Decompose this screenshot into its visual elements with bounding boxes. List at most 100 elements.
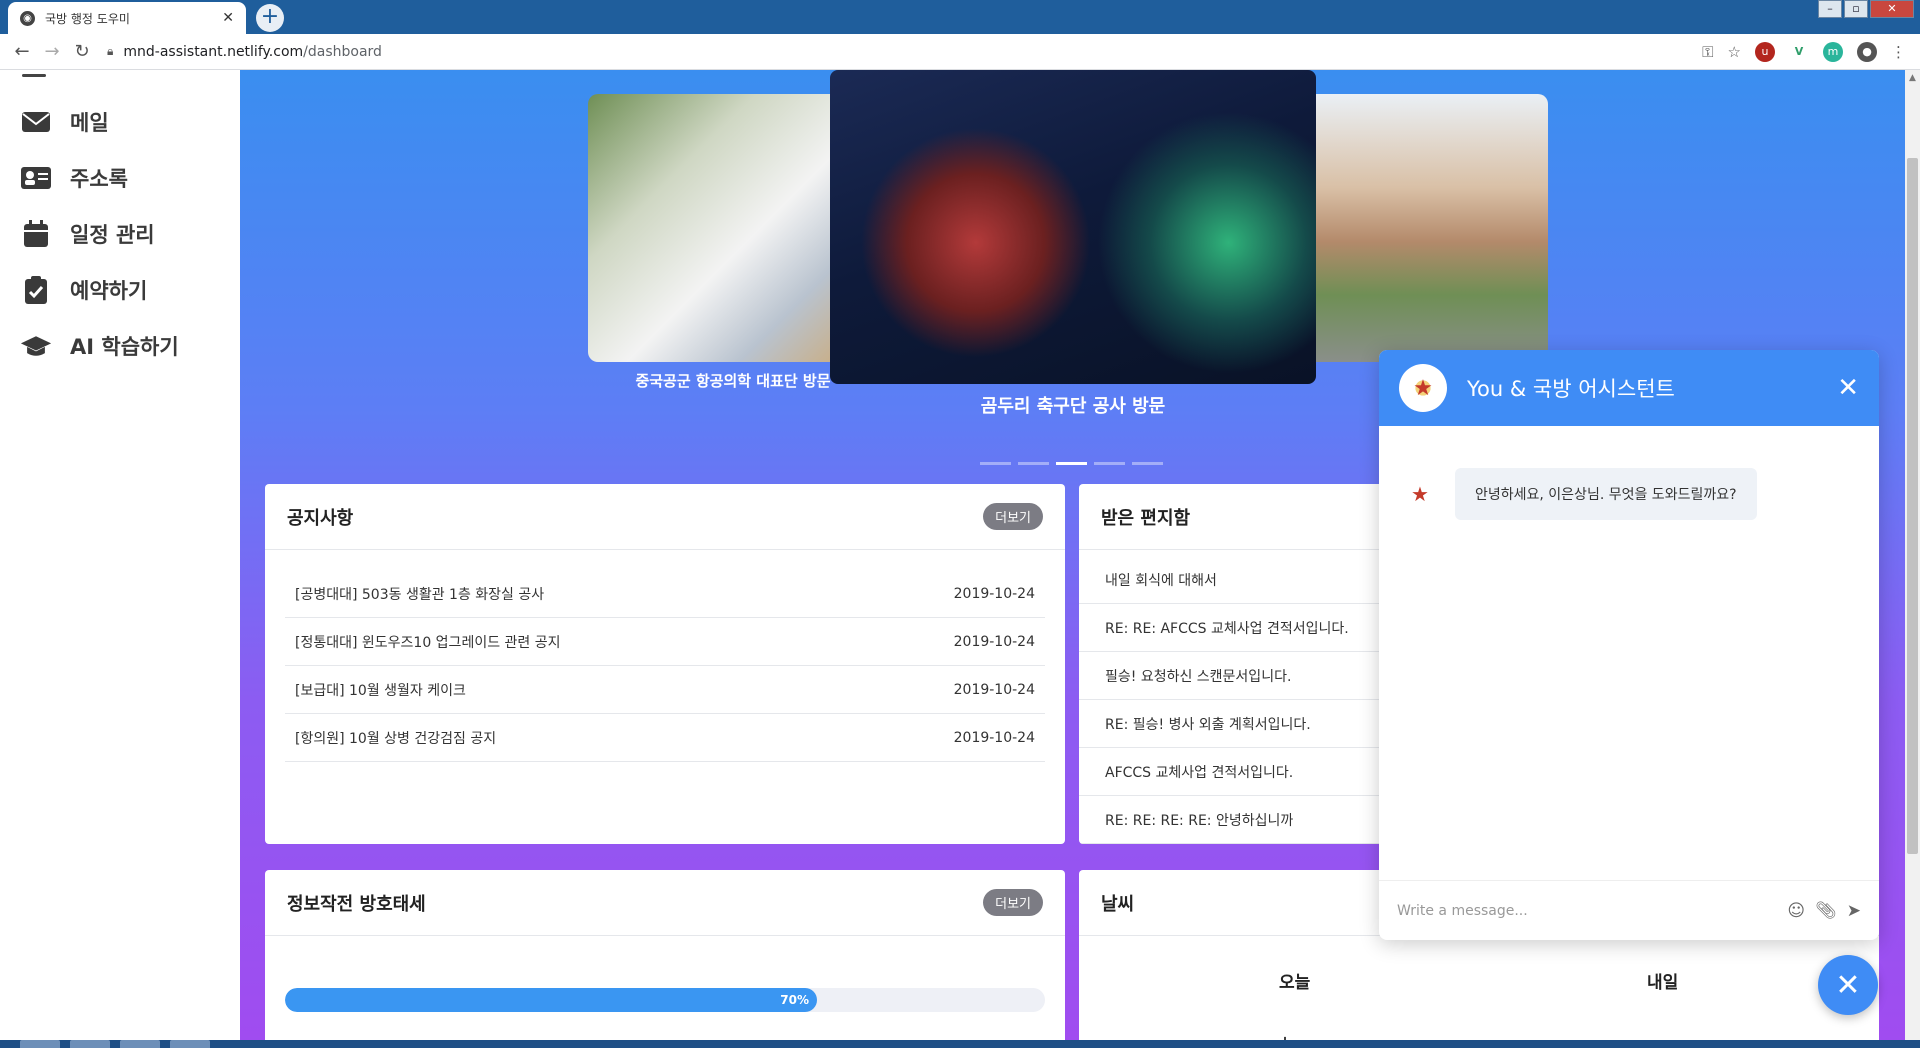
carousel-caption-center: 곰두리 축구단 공사 방문 (980, 396, 1166, 417)
tab-close-icon[interactable]: ✕ (222, 10, 234, 26)
chat-bubble: 안녕하세요, 이은상님. 무엇을 도와드릴까요? (1455, 468, 1757, 520)
weather-tomorrow-label: 내일 (1647, 973, 1679, 993)
graduation-cap-icon (20, 332, 52, 360)
mail-icon (20, 108, 52, 136)
carousel-dot-active[interactable] (1056, 462, 1087, 465)
carousel-slide-right[interactable] (1300, 94, 1548, 362)
chat-messages: ★ 안녕하세요, 이은상님. 무엇을 도와드릴까요? (1379, 426, 1879, 880)
inbox-title: 받은 편지함 (1101, 507, 1191, 529)
notice-card: 공지사항 더보기 [공병대대] 503동 생활관 1층 화장실 공사 2019-1… (265, 484, 1065, 844)
window-close-button[interactable]: ✕ (1870, 0, 1914, 18)
security-progress-fill: 70% (285, 988, 817, 1012)
os-taskbar (0, 1040, 1920, 1048)
sun-icon: ☀ (1267, 1030, 1303, 1040)
send-icon[interactable]: ➤ (1847, 901, 1861, 921)
notice-text: [보급대] 10월 생월자 케이크 (295, 682, 466, 699)
notice-text: [공병대대] 503동 생활관 1층 화장실 공사 (295, 586, 545, 603)
notice-title: 공지사항 (287, 507, 354, 529)
carousel-slide-center[interactable] (830, 70, 1316, 384)
list-item[interactable]: [보급대] 10월 생월자 케이크 2019-10-24 (285, 666, 1045, 714)
extensions-area: ⚿ ☆ u V m ● ⋮ (1702, 41, 1906, 62)
chat-message-input[interactable] (1397, 902, 1778, 919)
sidebar-item-reservation[interactable]: 예약하기 (20, 270, 147, 310)
list-item[interactable]: [공병대대] 503동 생활관 1층 화장실 공사 2019-10-24 (285, 570, 1045, 618)
carousel-dot[interactable] (1132, 462, 1163, 465)
notice-text: [항의원] 10월 상병 건강검짐 공지 (295, 730, 497, 747)
security-progress-label: 70% (780, 993, 809, 1007)
back-arrow-icon[interactable]: ← (7, 41, 37, 62)
chat-toggle-close-button[interactable]: ✕ (1818, 955, 1878, 1015)
sidebar-divider (22, 74, 46, 77)
carousel-dot[interactable] (1094, 462, 1125, 465)
url-host: mnd-assistant.netlify.com (123, 43, 304, 60)
lock-icon: 🔒︎ (107, 44, 114, 58)
sidebar-item-ai-learning[interactable]: AI 학습하기 (20, 326, 179, 366)
list-item[interactable]: [정통대대] 윈도우즈10 업그레이드 관련 공지 2019-10-24 (285, 618, 1045, 666)
carousel-caption-left: 중국공군 항공의학 대표단 방문 (635, 372, 831, 390)
sidebar: 메일 주소록 일정 관리 예약하기 AI 학습하기 (0, 70, 240, 1040)
sidebar-item-mail[interactable]: 메일 (20, 102, 109, 142)
sidebar-item-schedule[interactable]: 일정 관리 (20, 214, 155, 254)
chat-input-row: ☺ 📎︎ ➤ (1379, 880, 1879, 940)
window-controls: – ▫ ✕ (1818, 0, 1914, 18)
sidebar-item-contacts[interactable]: 주소록 (20, 158, 128, 198)
sidebar-item-label: 일정 관리 (70, 223, 155, 247)
taskbar-item[interactable] (20, 1040, 60, 1048)
reload-icon[interactable]: ↻ (67, 41, 97, 62)
taskbar-item[interactable] (120, 1040, 160, 1048)
chat-close-icon[interactable]: ✕ (1837, 373, 1859, 403)
vue-extension-icon[interactable]: V (1789, 42, 1809, 62)
weather-title: 날씨 (1101, 893, 1135, 915)
security-more-button[interactable]: 더보기 (983, 889, 1043, 916)
chat-title: You & 국방 어시스턴트 (1467, 377, 1675, 401)
security-card: 정보작전 방호태세 더보기 70% (265, 870, 1065, 1040)
notice-list: [공병대대] 503동 생활관 1층 화장실 공사 2019-10-24 [정통대… (265, 550, 1065, 762)
new-tab-button[interactable]: + (256, 4, 284, 32)
m-extension-icon[interactable]: m (1823, 41, 1843, 62)
bookmark-star-icon[interactable]: ☆ (1728, 43, 1741, 61)
minimize-button[interactable]: – (1818, 0, 1842, 18)
scroll-up-arrow-icon[interactable]: ▲ (1905, 70, 1920, 86)
profile-avatar-icon[interactable]: ● (1857, 41, 1877, 62)
page-scrollbar[interactable]: ▲ (1905, 70, 1920, 1040)
notice-date: 2019-10-24 (953, 585, 1035, 602)
taskbar-item[interactable] (70, 1040, 110, 1048)
notice-header: 공지사항 더보기 (265, 484, 1065, 550)
sidebar-item-label: 메일 (70, 111, 109, 135)
chat-widget: ★ You & 국방 어시스턴트 ✕ ★ 안녕하세요, 이은상님. 무엇을 도와… (1379, 350, 1879, 940)
notice-more-button[interactable]: 더보기 (983, 503, 1043, 530)
contact-card-icon (20, 164, 52, 192)
shield-extension-icon[interactable]: u (1755, 41, 1775, 62)
menu-kebab-icon[interactable]: ⋮ (1891, 43, 1906, 61)
scrollbar-thumb[interactable] (1907, 158, 1918, 854)
browser-toolbar: ← → ↻ 🔒︎ mnd-assistant.netlify.com /dash… (0, 34, 1920, 70)
notice-date: 2019-10-24 (953, 681, 1035, 698)
carousel-dots (980, 462, 1163, 465)
weather-today-label: 오늘 (1279, 973, 1311, 993)
calendar-icon (20, 220, 52, 248)
notice-date: 2019-10-24 (953, 729, 1035, 746)
forward-arrow-icon[interactable]: → (37, 41, 67, 62)
notice-text: [정통대대] 윈도우즈10 업그레이드 관련 공지 (295, 634, 561, 651)
url-path: /dashboard (303, 43, 382, 60)
notice-date: 2019-10-24 (953, 633, 1035, 650)
maximize-button[interactable]: ▫ (1844, 0, 1868, 18)
browser-titlebar: ◉ 국방 행정 도우미 ✕ + – ▫ ✕ (0, 0, 1920, 34)
security-title: 정보작전 방호태세 (287, 893, 426, 915)
carousel-dot[interactable] (980, 462, 1011, 465)
attachment-icon[interactable]: 📎︎ (1815, 901, 1837, 921)
chat-header: ★ You & 국방 어시스턴트 ✕ (1379, 350, 1879, 426)
mnd-emblem-icon: ★ (1399, 364, 1447, 412)
carousel-dot[interactable] (1018, 462, 1049, 465)
bot-message: ★ 안녕하세요, 이은상님. 무엇을 도와드릴까요? (1401, 468, 1857, 520)
key-icon[interactable]: ⚿ (1702, 43, 1713, 61)
tab-title: 국방 행정 도우미 (45, 11, 130, 26)
taskbar-item[interactable] (170, 1040, 210, 1048)
emoji-icon[interactable]: ☺ (1787, 901, 1805, 921)
clipboard-check-icon (20, 276, 52, 304)
list-item[interactable]: [항의원] 10월 상병 건강검짐 공지 2019-10-24 (285, 714, 1045, 762)
sidebar-item-label: 예약하기 (70, 279, 148, 303)
address-bar[interactable]: 🔒︎ mnd-assistant.netlify.com /dashboard (107, 37, 1702, 67)
browser-tab[interactable]: ◉ 국방 행정 도우미 ✕ (8, 2, 246, 34)
security-progress-bar: 70% (285, 988, 1045, 1012)
